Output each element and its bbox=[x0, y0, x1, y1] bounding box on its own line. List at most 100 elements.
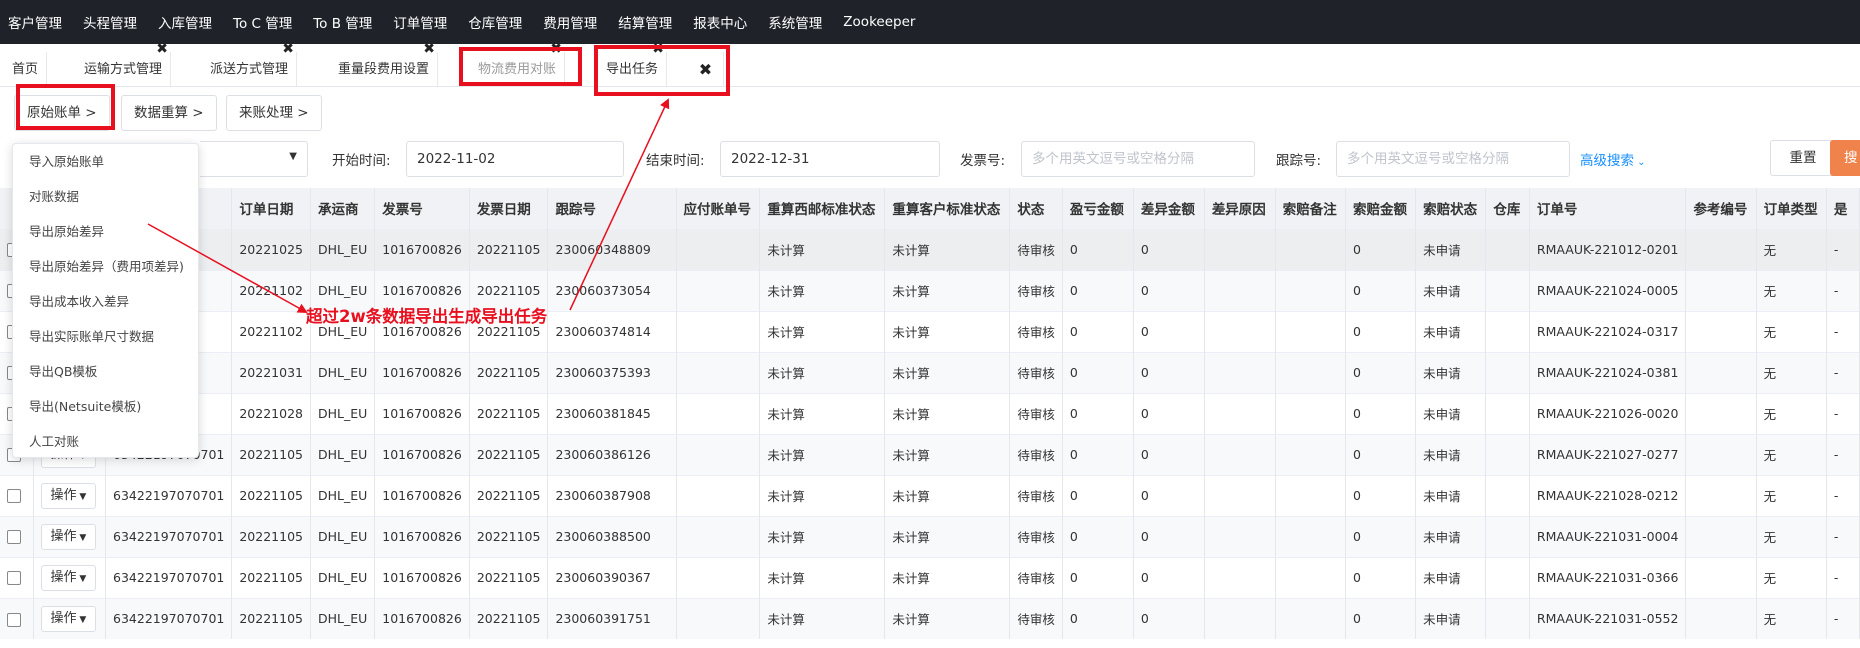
cell-date: 20221105 bbox=[231, 597, 311, 639]
cell-track: 230060374814 bbox=[547, 310, 677, 352]
menu-export-qb-template[interactable]: 导出QB模板 bbox=[13, 354, 198, 389]
nav-zookeeper[interactable]: Zookeeper bbox=[835, 14, 928, 30]
cell-op: 操作 ▼ bbox=[33, 597, 107, 639]
table-row[interactable]: 操作 ▼6342219707070120221105DHL_EU10167008… bbox=[0, 556, 1860, 598]
menu-manual-reconcile[interactable]: 人工对账 bbox=[13, 424, 198, 459]
cell-pl: 0 bbox=[1062, 228, 1134, 270]
tab-transport-method[interactable]: 运输方式管理 ✖ bbox=[76, 42, 172, 87]
table-row[interactable]: 操作 ▼6342219707070120221105DHL_EU10167008… bbox=[0, 433, 1860, 475]
cell-inv: 1016700826 bbox=[374, 433, 470, 475]
close-icon[interactable]: ✖ bbox=[423, 42, 435, 56]
cell-recalc-customer: 未计算 bbox=[884, 556, 1011, 598]
operation-button[interactable]: 操作 ▼ bbox=[40, 564, 97, 591]
table-row[interactable]: 操作 ▼6342219707070120221105DHL_EU10167008… bbox=[0, 474, 1860, 516]
nav-fees[interactable]: 费用管理 bbox=[535, 12, 610, 32]
table-row[interactable]: 操作 ▼6342219707070120221105DHL_EU10167008… bbox=[0, 597, 1860, 639]
cell-last: - bbox=[1826, 433, 1860, 475]
cell-order-type: 无 bbox=[1756, 351, 1827, 393]
tab-weight-fee[interactable]: 重量段费用设置 ✖ bbox=[330, 42, 439, 87]
row-checkbox[interactable] bbox=[7, 571, 21, 586]
cell-diff: 0 bbox=[1133, 474, 1205, 516]
advanced-search-link[interactable]: 高级搜索 ⌄ bbox=[1580, 149, 1646, 169]
cell-checkbox[interactable] bbox=[0, 597, 34, 639]
row-checkbox[interactable] bbox=[7, 489, 21, 504]
menu-export-original-diff[interactable]: 导出原始差异 bbox=[13, 214, 198, 249]
table-row[interactable]: 操作 ▼...70120221102DHL_EU1016700826202211… bbox=[0, 310, 1860, 352]
nav-system[interactable]: 系统管理 bbox=[760, 12, 835, 32]
end-time-input[interactable]: 2022-12-31 bbox=[720, 141, 940, 177]
nav-settlement[interactable]: 结算管理 bbox=[610, 12, 685, 32]
close-icon[interactable]: ✖ bbox=[282, 42, 294, 56]
col-header: 索赔金额 bbox=[1345, 188, 1417, 229]
cell-claim-amount: 0 bbox=[1345, 515, 1417, 557]
table-row[interactable]: 操作 ▼6342219707070120221105DHL_EU10167008… bbox=[0, 515, 1860, 557]
cell-order-no: RMAAUK-221031-0552 bbox=[1529, 597, 1687, 639]
table-row[interactable]: 操作 ▼...70120221102DHL_EU1016700826202211… bbox=[0, 269, 1860, 311]
search-button[interactable]: 搜 bbox=[1830, 140, 1860, 176]
cell-payable-bill bbox=[676, 433, 761, 475]
invoice-input[interactable]: 多个用英文逗号或空格分隔 bbox=[1021, 141, 1255, 177]
tab-logistics-reconciliation[interactable]: 物流费用对账 ✖ bbox=[470, 42, 566, 87]
menu-export-netsuite[interactable]: 导出(Netsuite模板) bbox=[13, 389, 198, 424]
cell-invdate: 20221105 bbox=[469, 515, 549, 557]
cell-claim-remark bbox=[1275, 515, 1346, 557]
cell-invdate: 20221105 bbox=[469, 597, 549, 639]
tab-delivery-method[interactable]: 派送方式管理 ✖ bbox=[202, 42, 298, 87]
menu-reconcile-data[interactable]: 对账数据 bbox=[13, 179, 198, 214]
start-time-input[interactable]: 2022-11-02 bbox=[406, 141, 624, 177]
cell-date: 20221025 bbox=[231, 228, 311, 270]
nav-toc[interactable]: To C 管理 bbox=[225, 12, 305, 32]
cell-order-type: 无 bbox=[1756, 474, 1827, 516]
original-bill-dropdown: 导入原始账单 对账数据 导出原始差异 导出原始差异（费用项差异) 导出成本收入差… bbox=[12, 143, 199, 458]
reset-button[interactable]: 重置 bbox=[1770, 140, 1836, 176]
cell-checkbox[interactable] bbox=[0, 515, 34, 557]
incoming-bill-button[interactable]: 来账处理 > bbox=[226, 95, 322, 131]
nav-tob[interactable]: To B 管理 bbox=[305, 12, 385, 32]
nav-warehouse[interactable]: 仓库管理 bbox=[460, 12, 535, 32]
nav-orders[interactable]: 订单管理 bbox=[385, 12, 460, 32]
cell-inv: 1016700826 bbox=[374, 474, 470, 516]
close-icon[interactable]: ✖ bbox=[550, 42, 562, 56]
tab-export-tasks[interactable]: 导出任务 ✖ bbox=[598, 42, 668, 87]
menu-export-cost-income-diff[interactable]: 导出成本收入差异 bbox=[13, 284, 198, 319]
row-checkbox[interactable] bbox=[7, 530, 21, 545]
close-icon[interactable]: ✖ bbox=[652, 42, 664, 56]
tracking-input[interactable]: 多个用英文逗号或空格分隔 bbox=[1336, 141, 1570, 177]
cell-last: - bbox=[1826, 351, 1860, 393]
cell-checkbox[interactable] bbox=[0, 474, 34, 516]
table-row[interactable]: 操作 ▼...70120221025DHL_EU1016700826202211… bbox=[0, 228, 1860, 270]
operation-button[interactable]: 操作 ▼ bbox=[40, 523, 97, 550]
nav-customer[interactable]: 客户管理 bbox=[0, 12, 75, 32]
menu-import-original-bill[interactable]: 导入原始账单 bbox=[13, 144, 198, 179]
nav-first-leg[interactable]: 头程管理 bbox=[75, 12, 150, 32]
nav-reports[interactable]: 报表中心 bbox=[685, 12, 760, 32]
cell-checkbox[interactable] bbox=[0, 556, 34, 598]
cell-op: 操作 ▼ bbox=[33, 556, 107, 598]
tab-home[interactable]: 首页 bbox=[4, 52, 48, 87]
cell-diff: 0 bbox=[1133, 269, 1205, 311]
cell-diff-reason bbox=[1204, 597, 1276, 639]
cell-claim-status: 未申请 bbox=[1415, 474, 1487, 516]
cell-track: 230060390367 bbox=[547, 556, 677, 598]
cell-recalc-xiyou: 未计算 bbox=[759, 310, 886, 352]
menu-export-fee-item-diff[interactable]: 导出原始差异（费用项差异) bbox=[13, 249, 198, 284]
table-row[interactable]: 操作 ▼...70120221031DHL_EU1016700826202211… bbox=[0, 351, 1860, 393]
close-all-icon[interactable]: ✖ bbox=[688, 52, 724, 87]
cell-date: 20221102 bbox=[231, 310, 311, 352]
original-bill-button[interactable]: 原始账单 > bbox=[14, 95, 110, 131]
operation-button[interactable]: 操作 ▼ bbox=[40, 605, 97, 632]
cell-status: 待审核 bbox=[1009, 310, 1063, 352]
cell-order-no: RMAAUK-221026-0020 bbox=[1529, 392, 1687, 434]
cell-claim-amount: 0 bbox=[1345, 228, 1417, 270]
type-select[interactable]: ▼ bbox=[200, 141, 308, 177]
close-icon[interactable]: ✖ bbox=[156, 42, 168, 56]
table-row[interactable]: 操作 ▼...70120221028DHL_EU1016700826202211… bbox=[0, 392, 1860, 434]
cell-ref-no bbox=[1685, 597, 1757, 639]
nav-inbound[interactable]: 入库管理 bbox=[150, 12, 225, 32]
menu-export-actual-size[interactable]: 导出实际账单尺寸数据 bbox=[13, 319, 198, 354]
operation-button[interactable]: 操作 ▼ bbox=[40, 482, 97, 509]
cell-inv: 1016700826 bbox=[374, 228, 470, 270]
row-checkbox[interactable] bbox=[7, 612, 21, 627]
data-recalc-button[interactable]: 数据重算 > bbox=[121, 95, 217, 131]
cell-recalc-xiyou: 未计算 bbox=[759, 515, 886, 557]
